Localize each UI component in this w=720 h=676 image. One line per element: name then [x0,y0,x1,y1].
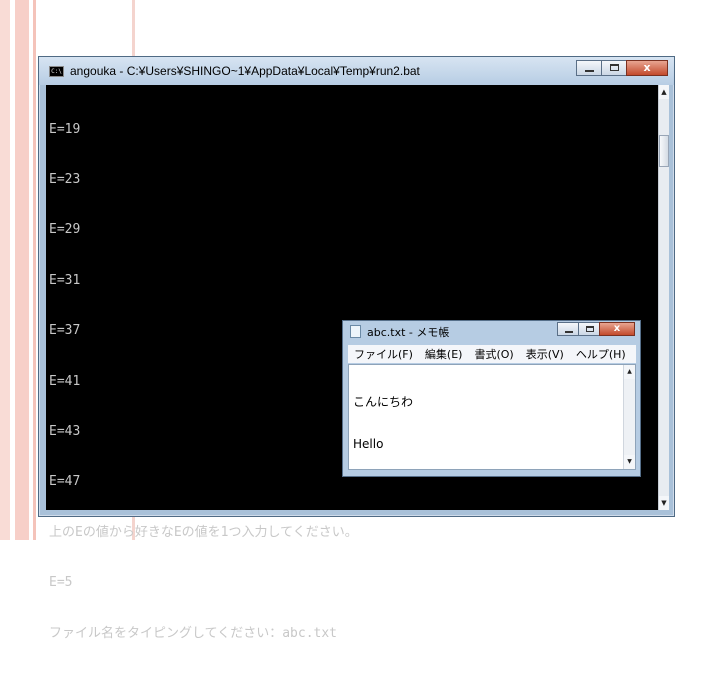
decor-stripe [15,0,29,540]
console-window-controls: x [576,60,668,78]
menu-format[interactable]: 書式(O) [474,346,513,362]
close-button[interactable]: x [599,322,635,336]
close-button[interactable]: x [626,60,668,76]
console-line: ファイル名をタイピングしてください：abc.txt [49,625,338,641]
console-line: E=19 [49,121,81,137]
minimize-icon [585,70,594,72]
console-line: E=41 [49,373,81,389]
scroll-up-icon[interactable]: ▲ [659,85,669,99]
console-line: E=29 [49,222,81,238]
console-line: E=47 [49,474,81,490]
maximize-button[interactable] [578,322,600,336]
notepad-text-area[interactable]: こんにちわ Hello ▲ ▼ [348,364,636,470]
scroll-up-icon[interactable]: ▲ [624,365,635,379]
console-app-icon: C:\ [49,66,64,77]
scroll-thumb[interactable] [659,135,669,167]
notepad-line: こんにちわ [353,395,414,409]
scroll-down-icon[interactable]: ▼ [659,496,669,510]
console-scrollbar[interactable]: ▲ ▼ [658,85,669,510]
minimize-icon [565,331,573,333]
console-line: 上のEの値から好きなEの値を1つ入力してください。 [49,524,358,540]
notepad-content: こんにちわ Hello [353,367,413,479]
minimize-button[interactable] [557,322,579,336]
notepad-title: abc.txt - メモ帳 [367,326,450,339]
close-icon: x [613,323,621,334]
console-line: E=23 [49,171,81,187]
minimize-button[interactable] [576,60,602,76]
menu-help[interactable]: ヘルプ(H) [576,346,626,362]
notepad-app-icon [350,325,361,338]
scroll-down-icon[interactable]: ▼ [624,455,635,469]
console-title: angouka - C:¥Users¥SHINGO~1¥AppData¥Loca… [70,64,420,78]
console-titlebar[interactable]: C:\ angouka - C:¥Users¥SHINGO~1¥AppData¥… [39,57,674,85]
console-line: E=31 [49,272,81,288]
console-line: E=43 [49,423,81,439]
notepad-line: Hello [353,437,384,451]
menu-view[interactable]: 表示(V) [526,346,564,362]
console-line: E=5 [49,575,73,591]
console-lines: E=19 E=23 E=29 E=31 E=37 E=41 E=43 E=47 … [49,88,358,676]
notepad-scrollbar[interactable]: ▲ ▼ [623,365,635,469]
notepad-menubar: ファイル(F) 編集(E) 書式(O) 表示(V) ヘルプ(H) [348,345,636,363]
close-icon: x [643,61,651,74]
maximize-button[interactable] [601,60,627,76]
notepad-titlebar[interactable]: abc.txt - メモ帳 x [343,321,640,341]
notepad-window[interactable]: abc.txt - メモ帳 x ファイル(F) 編集(E) 書式(O) 表示(V… [342,320,641,477]
notepad-window-controls: x [557,322,635,340]
menu-edit[interactable]: 編集(E) [425,346,463,362]
maximize-icon [586,326,594,332]
console-line: E=37 [49,323,81,339]
decor-stripe [0,0,10,540]
decor-stripe [33,0,36,540]
menu-file[interactable]: ファイル(F) [354,346,413,362]
maximize-icon [610,64,619,71]
